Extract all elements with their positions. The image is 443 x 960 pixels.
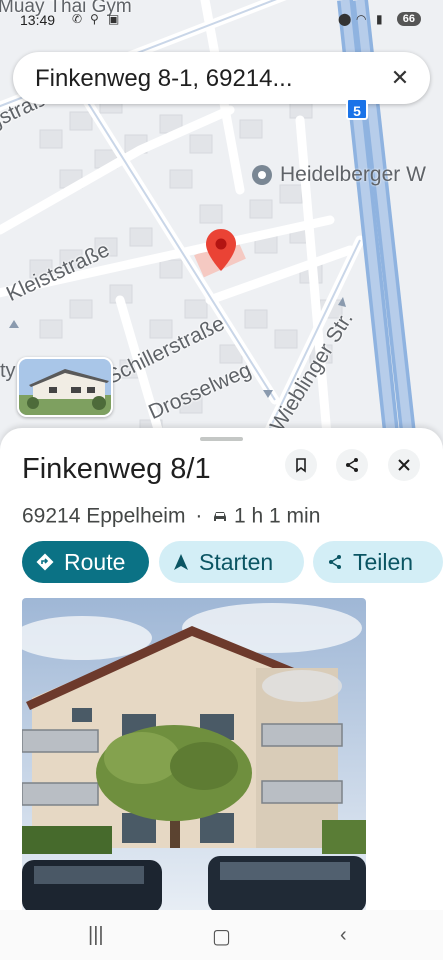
- start-button[interactable]: Starten: [159, 541, 304, 583]
- place-sheet[interactable]: Finkenweg 8/1 69214 Eppelheim · 1 h 1 mi…: [0, 428, 443, 960]
- status-bar: Muay Thai Gym 13:49 ✆ ⚲ ▣ ⬤ ◠ ▮ 66: [0, 0, 443, 40]
- share-icon: [346, 458, 358, 472]
- close-icon: [398, 459, 410, 471]
- directions-icon: [36, 553, 54, 571]
- share-chip-button[interactable]: Teilen: [313, 541, 443, 583]
- street-view-thumbnail[interactable]: [17, 357, 113, 417]
- close-sheet-button[interactable]: [388, 449, 420, 481]
- route-label: Route: [64, 548, 126, 575]
- recent-apps-icon[interactable]: |||: [88, 924, 104, 947]
- battery-indicator: 66: [396, 12, 421, 26]
- back-icon[interactable]: ‹: [340, 924, 347, 947]
- car-icon: [214, 512, 227, 522]
- home-icon[interactable]: ▢: [212, 924, 231, 949]
- building-photo: [22, 598, 366, 913]
- calendar-notification-icon: ▣: [108, 12, 120, 26]
- drive-time: 1 h 1 min: [234, 504, 321, 528]
- map-edge-label: ty: [0, 360, 16, 382]
- street-view-image: [19, 359, 111, 415]
- route-button[interactable]: Route: [22, 541, 149, 583]
- location-pin-icon[interactable]: [206, 229, 236, 271]
- place-photo[interactable]: [22, 598, 366, 913]
- start-label: Starten: [199, 548, 274, 575]
- route-shield: 5: [346, 98, 368, 120]
- close-icon[interactable]: ✕: [384, 62, 416, 94]
- bookmark-icon: [296, 458, 306, 473]
- place-address: 69214 Eppelheim: [22, 504, 186, 528]
- place-title: Finkenweg 8/1: [22, 453, 211, 485]
- search-bar[interactable]: Finkenweg 8-1, 69214... ✕: [13, 52, 430, 104]
- drag-handle[interactable]: [200, 437, 243, 441]
- map-poi[interactable]: Heidelberger W: [250, 163, 426, 187]
- place-marker-icon: [252, 165, 272, 185]
- separator: ·: [195, 504, 203, 528]
- search-query[interactable]: Finkenweg 8-1, 69214...: [35, 65, 293, 93]
- wifi-icon: ◠: [356, 12, 367, 26]
- status-time: 13:49: [20, 12, 56, 28]
- signal-icon: ▮: [376, 12, 383, 26]
- location-icon: ⬤: [338, 12, 352, 26]
- notification-icon: ✆: [72, 12, 83, 26]
- share-icon: [329, 555, 341, 569]
- system-nav-bar: ||| ▢ ‹: [0, 910, 443, 960]
- map-view[interactable]: Kleiststraße gstraße Schillerstraße Dros…: [0, 0, 443, 470]
- navigation-arrow-icon: [174, 554, 188, 570]
- search-notification-icon: ⚲: [90, 12, 99, 26]
- poi-label: Heidelberger W: [280, 163, 426, 186]
- share-button[interactable]: [336, 449, 368, 481]
- save-button[interactable]: [285, 449, 317, 481]
- place-subtitle: 69214 Eppelheim · 1 h 1 min: [22, 504, 320, 528]
- share-label: Teilen: [353, 548, 414, 575]
